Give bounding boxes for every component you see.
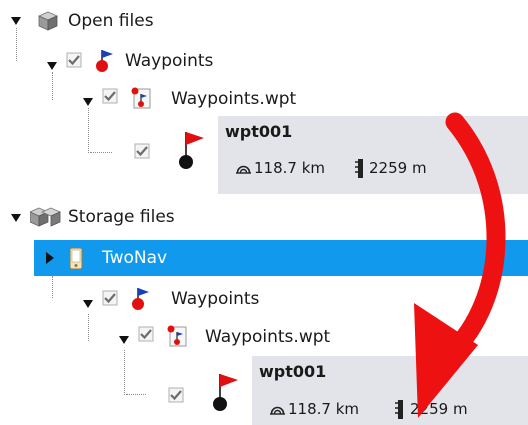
storage-files-label[interactable]: Storage files bbox=[68, 206, 175, 228]
waypoints-checkbox[interactable] bbox=[66, 52, 82, 68]
storage-waypoint-name: wpt001 bbox=[259, 362, 327, 381]
waypoints-label[interactable]: Waypoints bbox=[125, 50, 213, 72]
storage-wpt-file-icon bbox=[166, 324, 192, 348]
wpt-file-icon bbox=[130, 86, 156, 110]
tree-connector bbox=[126, 394, 146, 395]
storage-files-folder-icon bbox=[29, 205, 62, 229]
expand-storage-waypoints-icon[interactable] bbox=[83, 300, 93, 308]
tree-connector bbox=[52, 276, 53, 298]
waypoint-altitude: 2259 m bbox=[369, 159, 427, 177]
tree-connector bbox=[88, 314, 89, 341]
twonav-device-row[interactable]: TwoNav bbox=[34, 240, 528, 276]
storage-distance-icon bbox=[269, 401, 286, 418]
wpt-file-label[interactable]: Waypoints.wpt bbox=[171, 88, 296, 110]
storage-waypoint-detail-panel[interactable]: wpt001 118.7 km 2259 m bbox=[252, 356, 528, 425]
waypoint-checkbox[interactable] bbox=[134, 143, 150, 159]
expand-storage-wpt-file-icon[interactable] bbox=[119, 336, 129, 344]
open-files-label[interactable]: Open files bbox=[68, 10, 154, 32]
storage-waypoints-label[interactable]: Waypoints bbox=[171, 288, 259, 310]
tree-connector bbox=[16, 28, 17, 61]
expand-storage-files-icon[interactable] bbox=[11, 214, 21, 222]
waypoint-distance: 118.7 km bbox=[254, 159, 326, 177]
storage-waypoint-distance: 118.7 km bbox=[288, 400, 360, 418]
gps-device-icon bbox=[69, 247, 83, 270]
expand-open-files-icon[interactable] bbox=[11, 17, 21, 25]
altitude-icon bbox=[354, 158, 366, 179]
storage-wpt-file-label[interactable]: Waypoints.wpt bbox=[205, 326, 330, 348]
storage-waypoints-checkbox[interactable] bbox=[102, 290, 118, 306]
twonav-label[interactable]: TwoNav bbox=[102, 247, 167, 269]
tree-connector bbox=[90, 152, 112, 153]
storage-altitude-icon bbox=[394, 399, 406, 420]
wpt-file-checkbox[interactable] bbox=[102, 88, 118, 104]
expand-wpt-file-icon[interactable] bbox=[83, 98, 93, 106]
tree-connector bbox=[52, 72, 53, 100]
tree-connector bbox=[124, 350, 125, 395]
waypoints-flag-icon bbox=[94, 47, 116, 73]
waypoint-detail-panel[interactable]: wpt001 118.7 km 2259 m bbox=[218, 116, 528, 194]
storage-waypoint-flag-pin-icon bbox=[206, 370, 244, 416]
open-files-folder-icon bbox=[36, 9, 60, 33]
waypoint-name: wpt001 bbox=[225, 122, 293, 141]
expand-waypoints-icon[interactable] bbox=[47, 62, 57, 70]
tree-connector bbox=[88, 108, 89, 153]
storage-wpt-file-checkbox[interactable] bbox=[138, 326, 154, 342]
storage-waypoint-altitude: 2259 m bbox=[410, 400, 468, 418]
storage-waypoints-flag-icon bbox=[130, 285, 152, 311]
waypoint-flag-pin-icon bbox=[172, 128, 210, 174]
distance-icon bbox=[235, 160, 252, 177]
expand-twonav-icon[interactable] bbox=[46, 252, 54, 264]
storage-waypoint-checkbox[interactable] bbox=[168, 387, 184, 403]
